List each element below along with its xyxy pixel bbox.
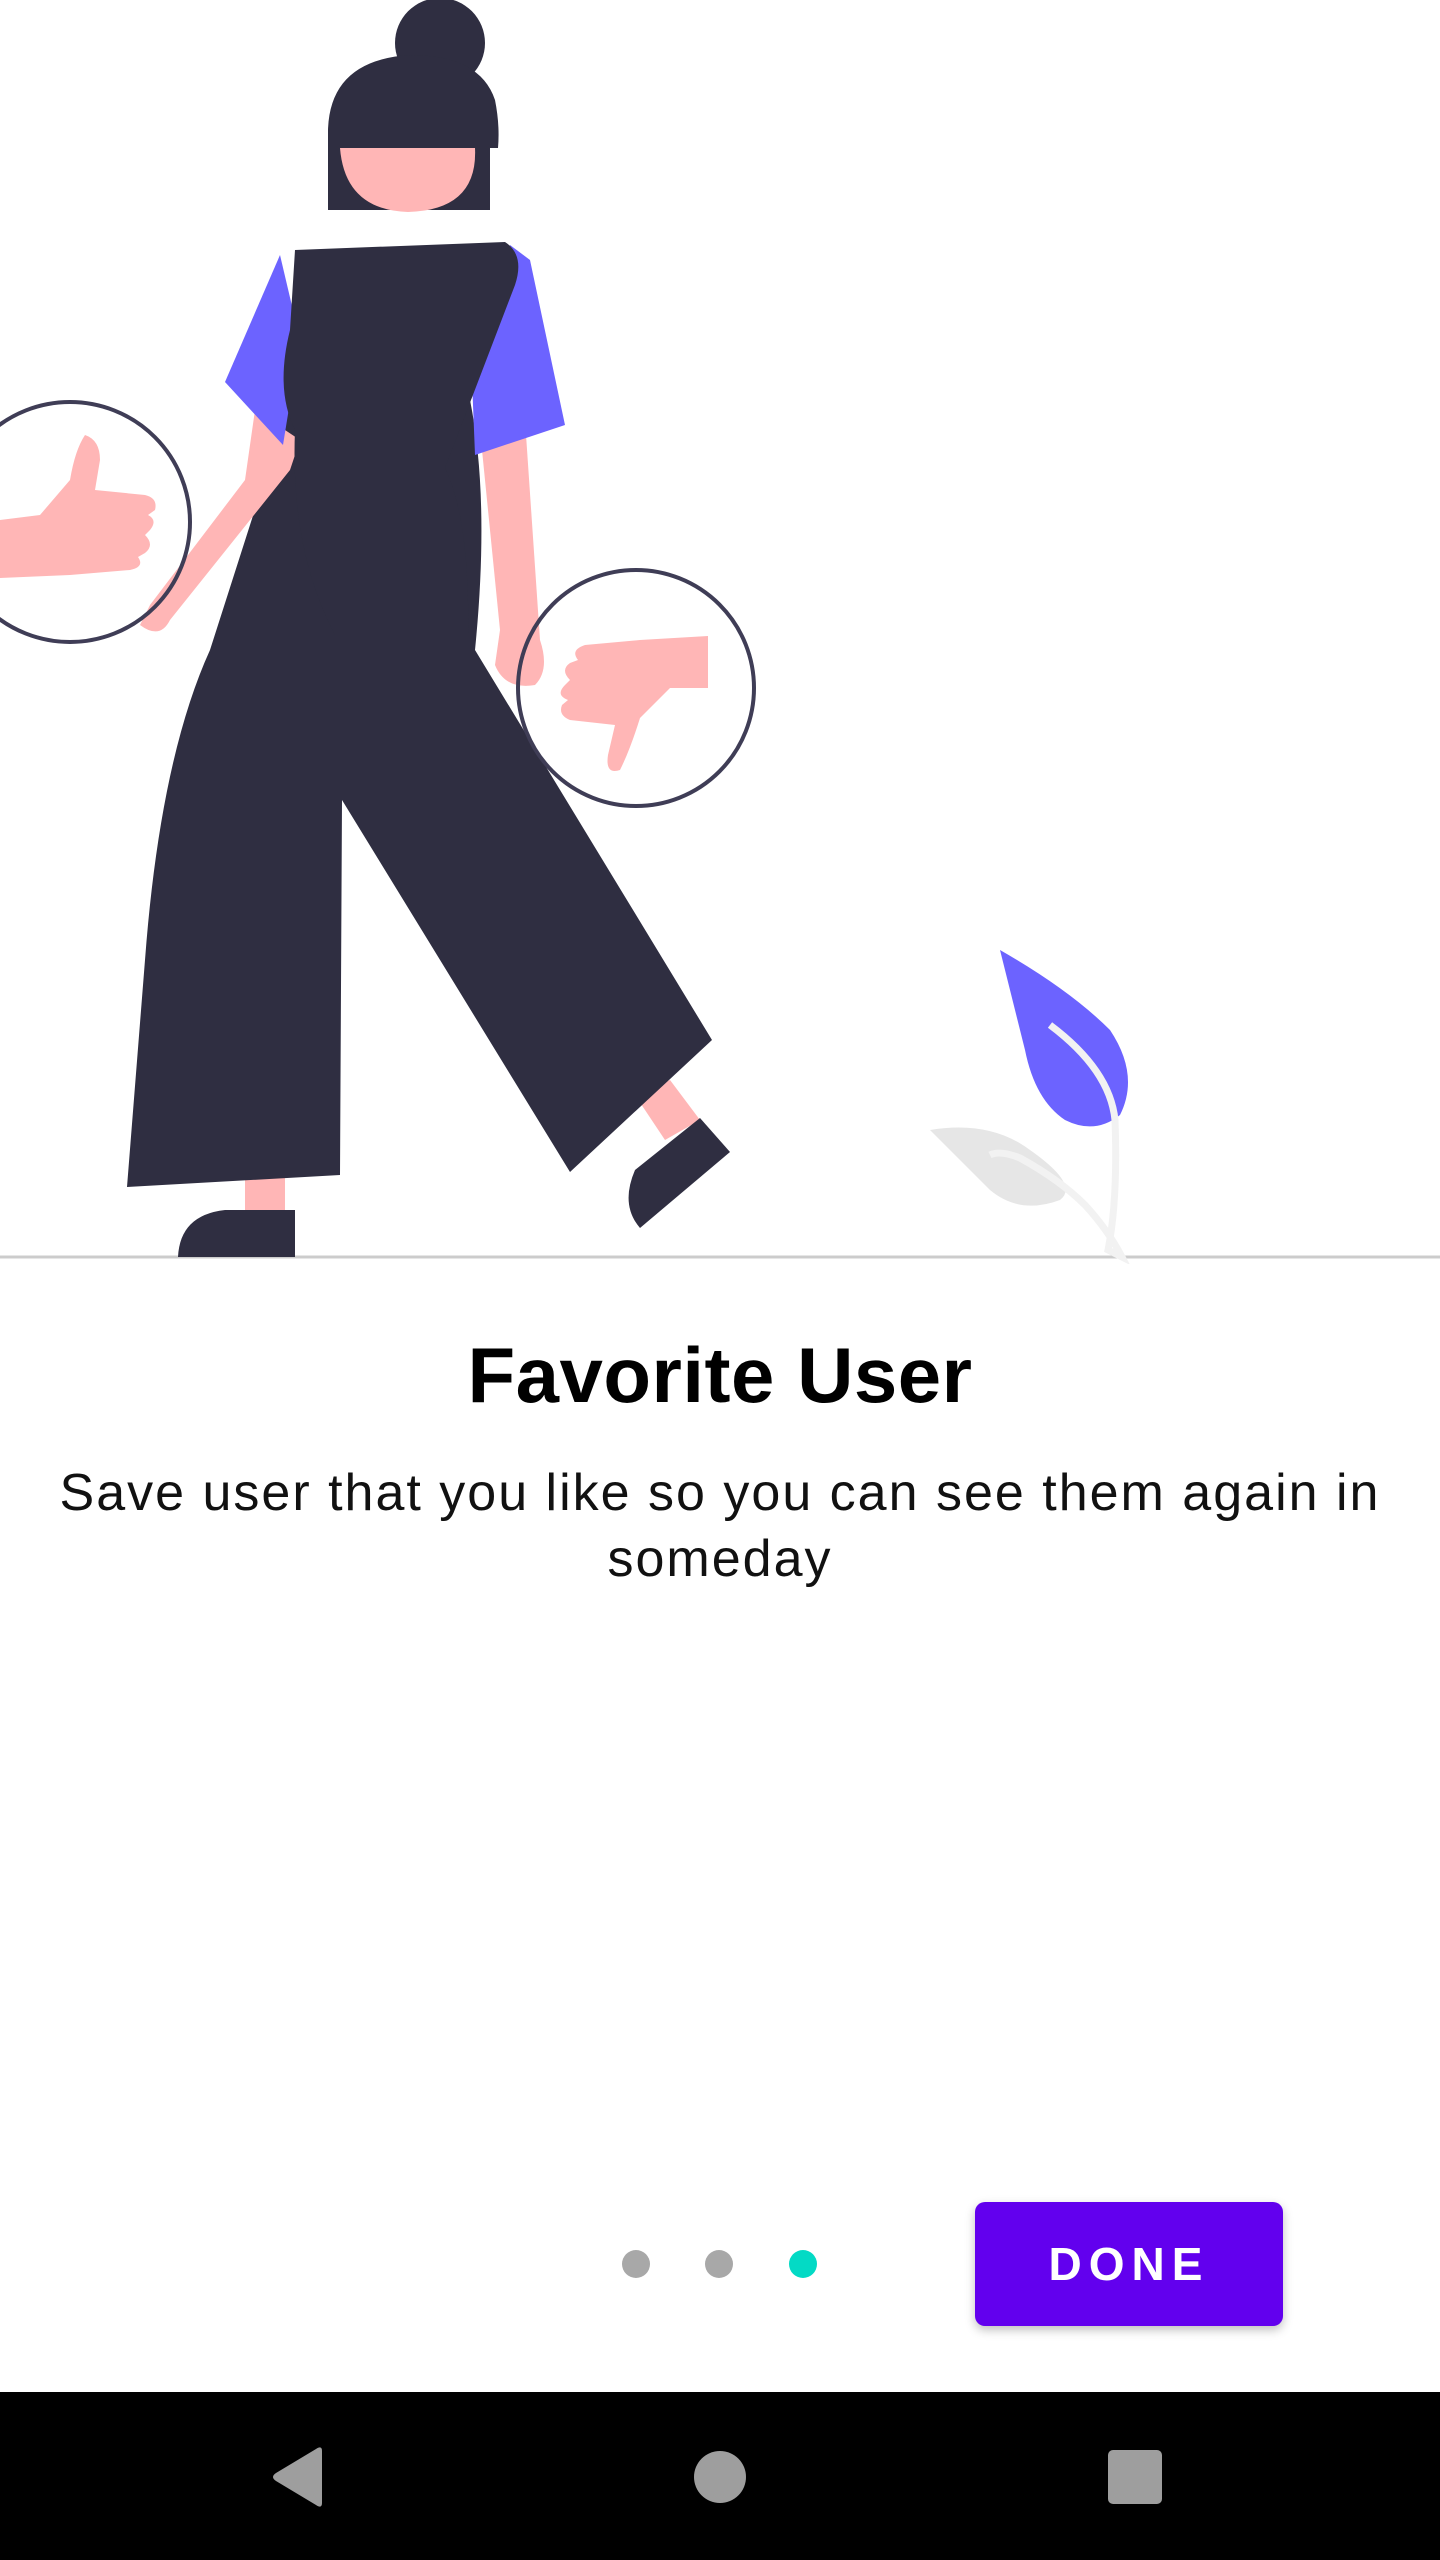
page-indicator-dot-3-active[interactable]: [789, 2250, 817, 2278]
onboarding-description: Save user that you like so you can see t…: [59, 1464, 1381, 1588]
onboarding-screen: Favorite User Save user that you like so…: [0, 0, 1440, 2560]
left-shoe: [178, 1210, 295, 1257]
page-indicator-dot-1[interactable]: [622, 2250, 650, 2278]
page-indicator-dot-2[interactable]: [705, 2250, 733, 2278]
back-button[interactable]: [255, 2432, 345, 2522]
recents-square-icon: [1108, 2450, 1162, 2504]
onboarding-title: Favorite User: [467, 1331, 973, 1419]
home-button[interactable]: [675, 2432, 765, 2522]
woman-thumbs-illustration: [0, 0, 1440, 1264]
home-circle-icon: [694, 2451, 746, 2503]
back-triangle-icon: [273, 2447, 322, 2507]
favorite-user-illustration: [0, 0, 1440, 1264]
right-shoe: [628, 1118, 730, 1228]
done-button[interactable]: DONE: [975, 2202, 1283, 2326]
thumbs-down-icon: [516, 568, 756, 808]
recents-button[interactable]: [1090, 2432, 1180, 2522]
system-navigation-bar: [0, 2392, 1440, 2560]
plant-icon: [930, 950, 1130, 1264]
